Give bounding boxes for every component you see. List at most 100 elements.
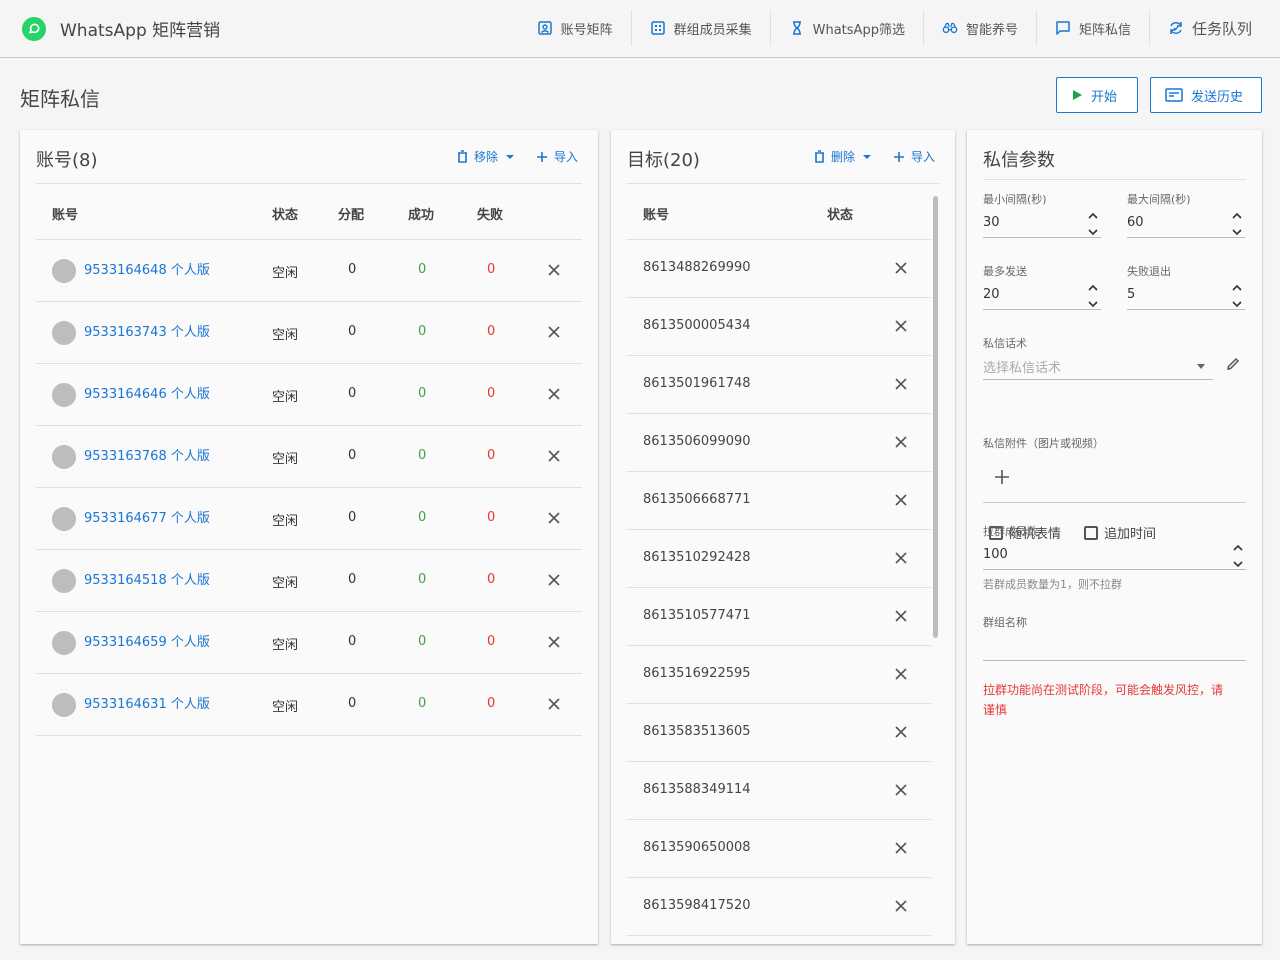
nav-smart-nurture[interactable]: 智能养号 xyxy=(924,10,1037,46)
close-icon[interactable] xyxy=(548,574,560,586)
group-name-input[interactable] xyxy=(983,633,1246,661)
table-row[interactable]: 9533163768 个人版 空闲 0 0 0 xyxy=(36,426,582,488)
max-send-label: 最多发送 xyxy=(983,265,1027,278)
table-row[interactable]: 8613598417520 xyxy=(627,878,931,936)
group-members-input[interactable]: 100 xyxy=(983,542,1246,570)
close-icon[interactable] xyxy=(895,726,907,738)
fail-exit-value: 5 xyxy=(1127,287,1136,302)
col-success: 成功 xyxy=(408,208,435,223)
table-row[interactable]: 9533164659 个人版 空闲 0 0 0 xyxy=(36,612,582,674)
append-time-label: 追加时间 xyxy=(1104,527,1157,542)
nav-account-matrix[interactable]: 账号矩阵 xyxy=(519,10,632,46)
account-link[interactable]: 9533164518 个人版 xyxy=(84,569,210,588)
target-number: 8613583513605 xyxy=(643,724,751,739)
hourglass-icon xyxy=(789,20,805,36)
close-icon[interactable] xyxy=(895,436,907,448)
table-row[interactable]: 8613590650008 xyxy=(627,820,931,878)
table-row[interactable]: 8613588349114 xyxy=(627,762,931,820)
checkbox-box[interactable] xyxy=(1084,525,1098,540)
attachment-divider xyxy=(983,502,1246,503)
account-link[interactable]: 9533164646 个人版 xyxy=(84,383,210,402)
max-send-input[interactable]: 20 xyxy=(983,282,1101,310)
close-icon[interactable] xyxy=(548,264,560,276)
spinner-icon[interactable] xyxy=(1231,282,1243,310)
account-link[interactable]: 9533164677 个人版 xyxy=(84,507,210,526)
close-icon[interactable] xyxy=(895,378,907,390)
account-link[interactable]: 9533164648 个人版 xyxy=(84,259,210,278)
plus-icon xyxy=(893,151,905,163)
spinner-icon[interactable] xyxy=(1232,542,1244,570)
success-count: 0 xyxy=(418,386,427,401)
trash-icon xyxy=(457,150,468,163)
script-select[interactable]: 选择私信话术 xyxy=(983,352,1213,380)
table-row[interactable]: 8613583513605 xyxy=(627,704,931,762)
table-row[interactable]: 8613506099090 xyxy=(627,414,931,472)
import-button[interactable]: 导入 xyxy=(536,148,578,165)
chevron-down-icon[interactable] xyxy=(505,154,514,159)
max-interval-label: 最大间隔(秒) xyxy=(1127,193,1191,206)
delete-button[interactable]: 删除 xyxy=(814,148,871,165)
targets-scrollbar[interactable] xyxy=(933,196,938,638)
group-members-value: 100 xyxy=(983,547,1008,562)
close-icon[interactable] xyxy=(895,784,907,796)
group-name-label: 群组名称 xyxy=(983,616,1027,629)
send-history-button[interactable]: 发送历史 xyxy=(1150,77,1262,113)
table-row[interactable]: 8613506668771 xyxy=(627,472,931,530)
table-row[interactable]: 8613488269990 xyxy=(627,240,931,298)
import-button[interactable]: 导入 xyxy=(893,148,935,165)
append-time-checkbox[interactable]: 追加时间 xyxy=(1084,523,1156,542)
nav-whatsapp-filter[interactable]: WhatsApp筛选 xyxy=(771,10,924,46)
close-icon[interactable] xyxy=(548,326,560,338)
close-icon[interactable] xyxy=(895,610,907,622)
edit-pencil-icon[interactable] xyxy=(1225,356,1241,376)
avatar xyxy=(52,507,76,531)
close-icon[interactable] xyxy=(895,552,907,564)
nav-task-queue[interactable]: 任务队列 xyxy=(1150,10,1270,46)
table-row[interactable]: 9533164646 个人版 空闲 0 0 0 xyxy=(36,364,582,426)
fail-count: 0 xyxy=(487,696,496,711)
close-icon[interactable] xyxy=(895,262,907,274)
add-attachment-plus-icon[interactable] xyxy=(993,468,1011,490)
assigned-count: 0 xyxy=(348,324,357,339)
table-row[interactable]: 8613500005434 xyxy=(627,298,931,356)
table-row[interactable]: 9533164631 个人版 空闲 0 0 0 xyxy=(36,674,582,736)
nav-matrix-dm[interactable]: 矩阵私信 xyxy=(1037,10,1150,46)
min-interval-input[interactable]: 30 xyxy=(983,210,1101,238)
fail-exit-input[interactable]: 5 xyxy=(1127,282,1245,310)
close-icon[interactable] xyxy=(895,494,907,506)
close-icon[interactable] xyxy=(548,450,560,462)
spinner-icon[interactable] xyxy=(1231,210,1243,238)
account-link[interactable]: 9533163768 个人版 xyxy=(84,445,210,464)
avatar xyxy=(52,693,76,717)
table-row[interactable]: 8613516922595 xyxy=(627,646,931,704)
table-row[interactable]: 9533164677 个人版 空闲 0 0 0 xyxy=(36,488,582,550)
table-row[interactable]: 9533164518 个人版 空闲 0 0 0 xyxy=(36,550,582,612)
close-icon[interactable] xyxy=(548,388,560,400)
start-button[interactable]: 开始 xyxy=(1056,77,1138,113)
close-icon[interactable] xyxy=(548,512,560,524)
spinner-icon[interactable] xyxy=(1087,210,1099,238)
close-icon[interactable] xyxy=(895,320,907,332)
close-icon[interactable] xyxy=(548,698,560,710)
chevron-down-icon[interactable] xyxy=(1197,364,1205,369)
max-interval-input[interactable]: 60 xyxy=(1127,210,1245,238)
spinner-icon[interactable] xyxy=(1087,282,1099,310)
chevron-down-icon[interactable] xyxy=(862,154,871,159)
table-row[interactable]: 9533163743 个人版 空闲 0 0 0 xyxy=(36,302,582,364)
account-link[interactable]: 9533163743 个人版 xyxy=(84,321,210,340)
close-icon[interactable] xyxy=(895,668,907,680)
account-link[interactable]: 9533164631 个人版 xyxy=(84,693,210,712)
remove-button[interactable]: 移除 xyxy=(457,148,514,165)
assigned-count: 0 xyxy=(348,572,357,587)
close-icon[interactable] xyxy=(895,842,907,854)
account-link[interactable]: 9533164659 个人版 xyxy=(84,631,210,650)
table-row[interactable]: 9533164648 个人版 空闲 0 0 0 xyxy=(36,240,582,302)
table-row[interactable]: 8613501961748 xyxy=(627,356,931,414)
table-row[interactable]: 8613510577471 xyxy=(627,588,931,646)
nav-group-members[interactable]: 群组成员采集 xyxy=(632,10,771,46)
table-row[interactable]: 8613510292428 xyxy=(627,530,931,588)
target-number: 8613488269990 xyxy=(643,260,751,275)
fail-count: 0 xyxy=(487,572,496,587)
close-icon[interactable] xyxy=(895,900,907,912)
close-icon[interactable] xyxy=(548,636,560,648)
